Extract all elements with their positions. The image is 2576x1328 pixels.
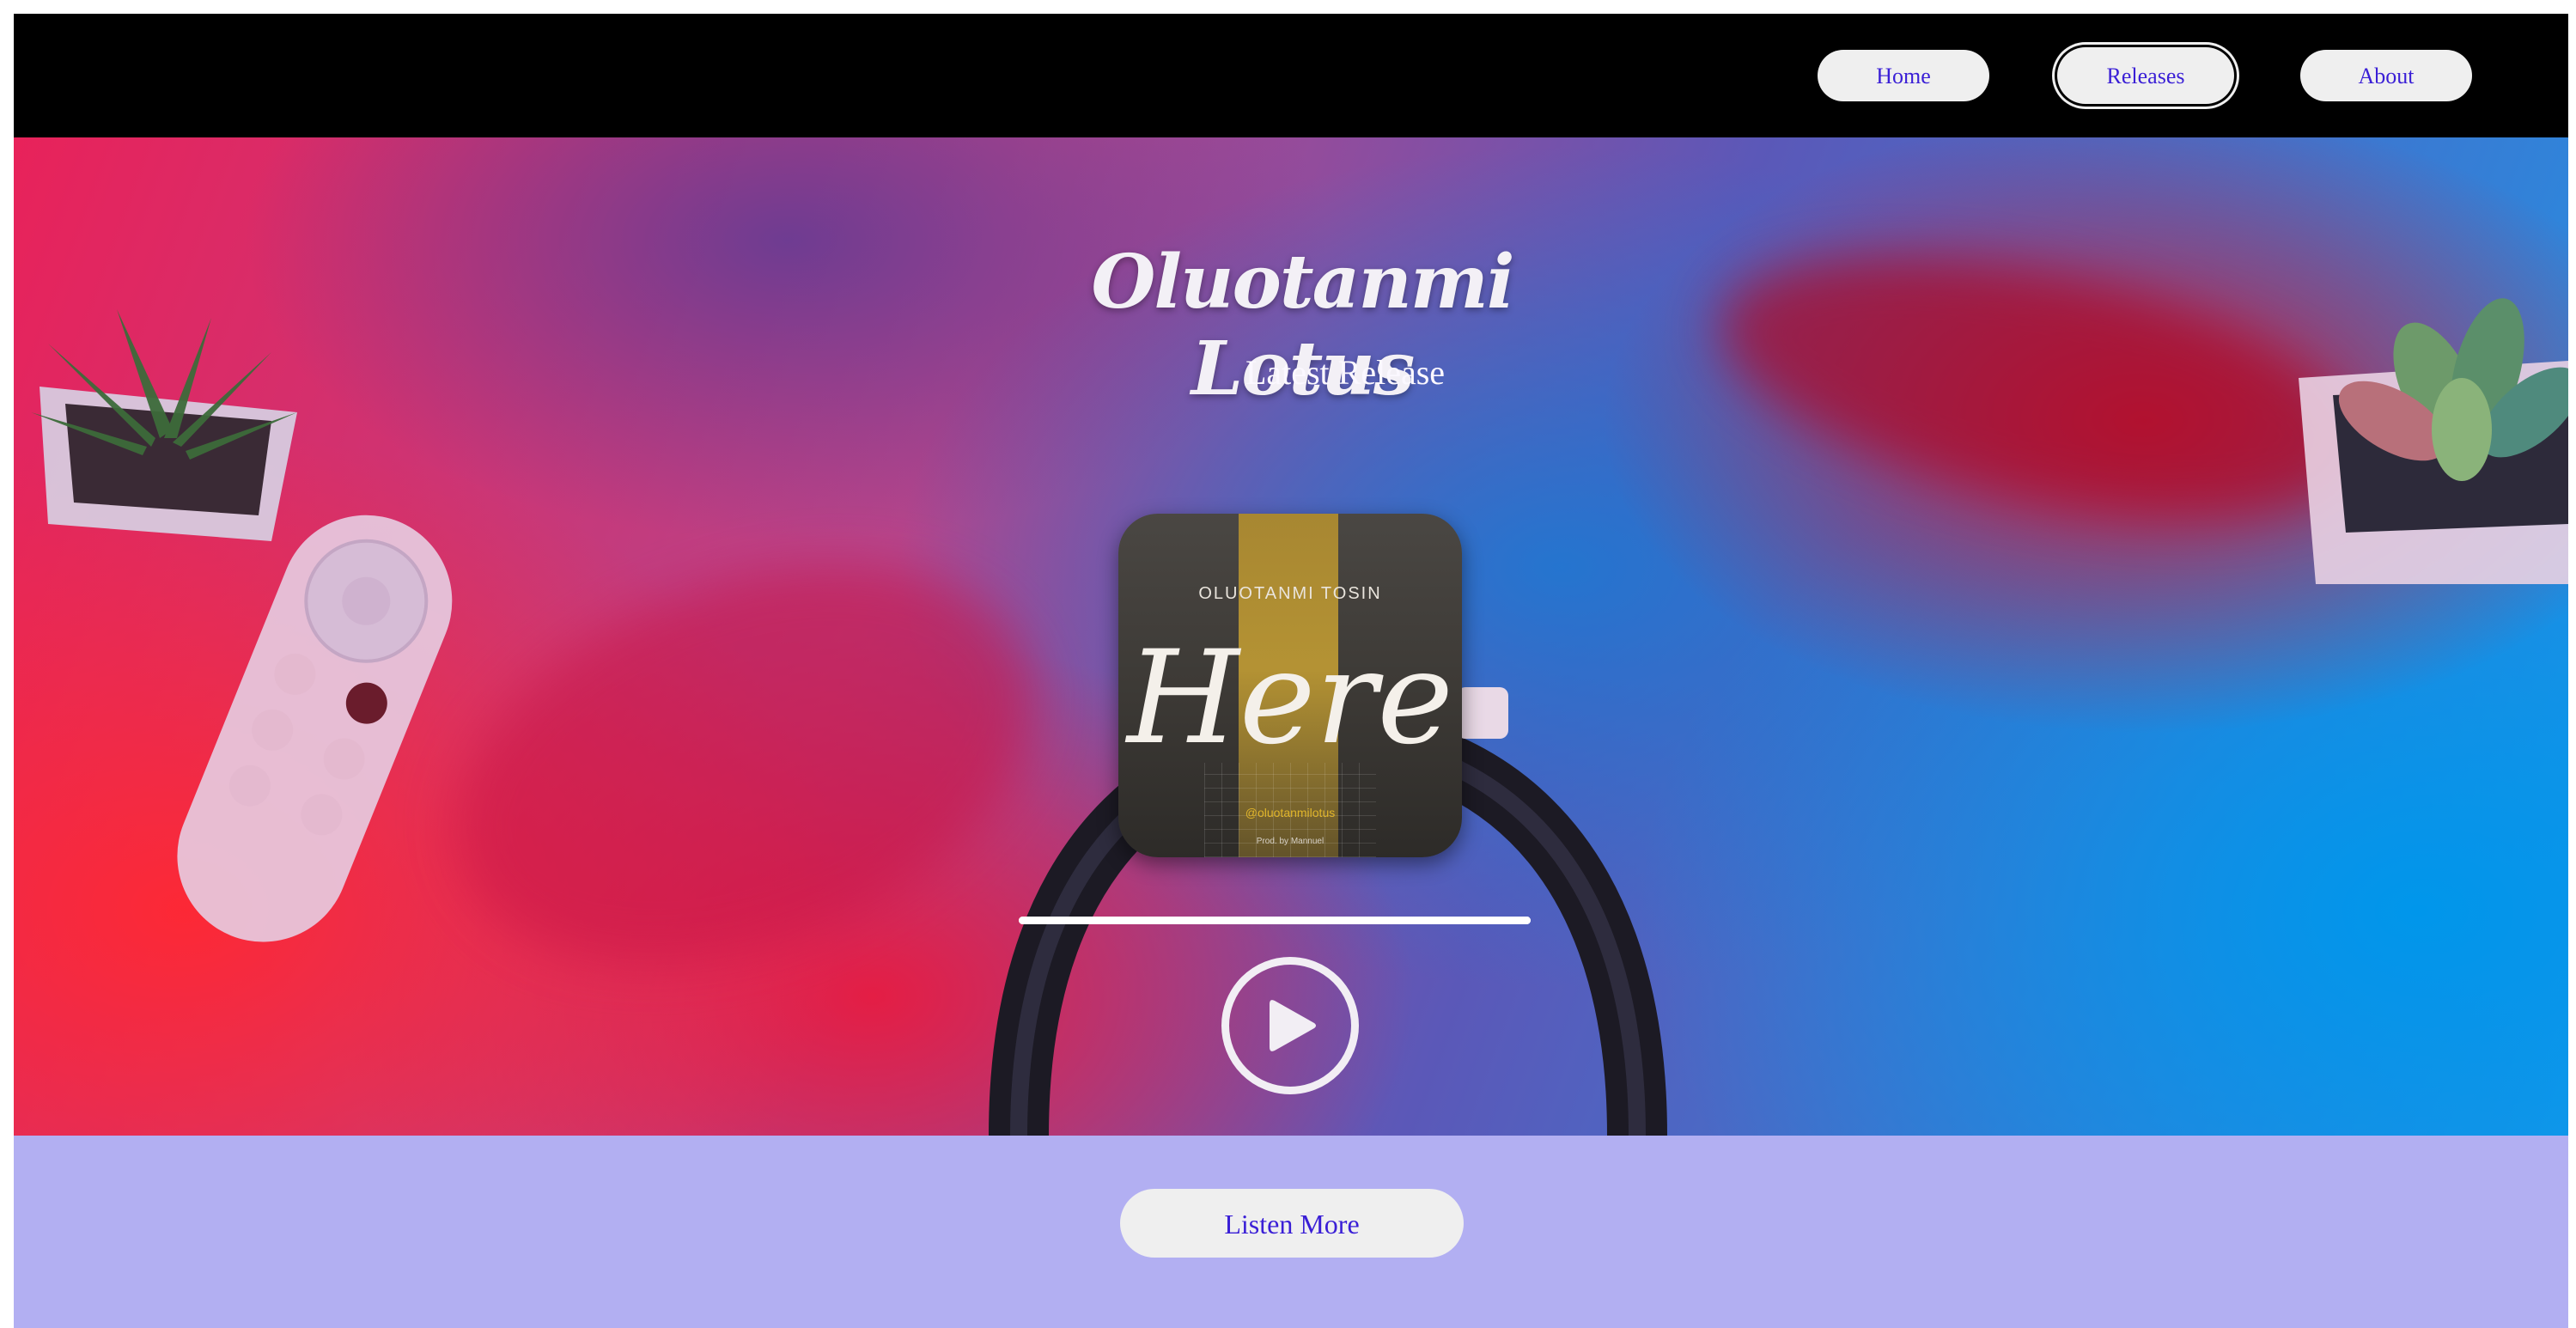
top-navbar: Home Releases About — [14, 14, 2568, 137]
audio-progress-fill — [1019, 917, 1531, 924]
nav-home-button[interactable]: Home — [1818, 50, 1989, 101]
album-song-title: Here — [1126, 624, 1454, 773]
play-icon — [1270, 1000, 1316, 1051]
nav-about-button[interactable]: About — [2300, 50, 2472, 101]
album-social-handle: @oluotanmilotus — [1245, 806, 1336, 819]
play-button[interactable] — [1221, 957, 1359, 1094]
audio-progress-bar[interactable] — [1019, 917, 1531, 924]
album-cover: OLUOTANMI TOSIN Here @oluotanmilotus Pro… — [1118, 514, 1462, 857]
cta-band: Listen More — [14, 1136, 2568, 1328]
nav-releases-button[interactable]: Releases — [2060, 50, 2232, 101]
release-heading: Latest Release — [1245, 353, 1446, 392]
hero-section: Oluotanmi Lotus Latest Release OLUOTANMI… — [14, 137, 2568, 1136]
page-frame: Home Releases About Oluotanmi Lotus Late… — [14, 14, 2568, 1328]
album-artist: OLUOTANMI TOSIN — [1198, 584, 1382, 603]
remote-control-icon — [177, 515, 453, 942]
plant-right-icon — [2299, 298, 2568, 584]
album-producer-credit: Prod. by Mannuel — [1256, 837, 1325, 846]
listen-more-button[interactable]: Listen More — [1120, 1189, 1464, 1258]
